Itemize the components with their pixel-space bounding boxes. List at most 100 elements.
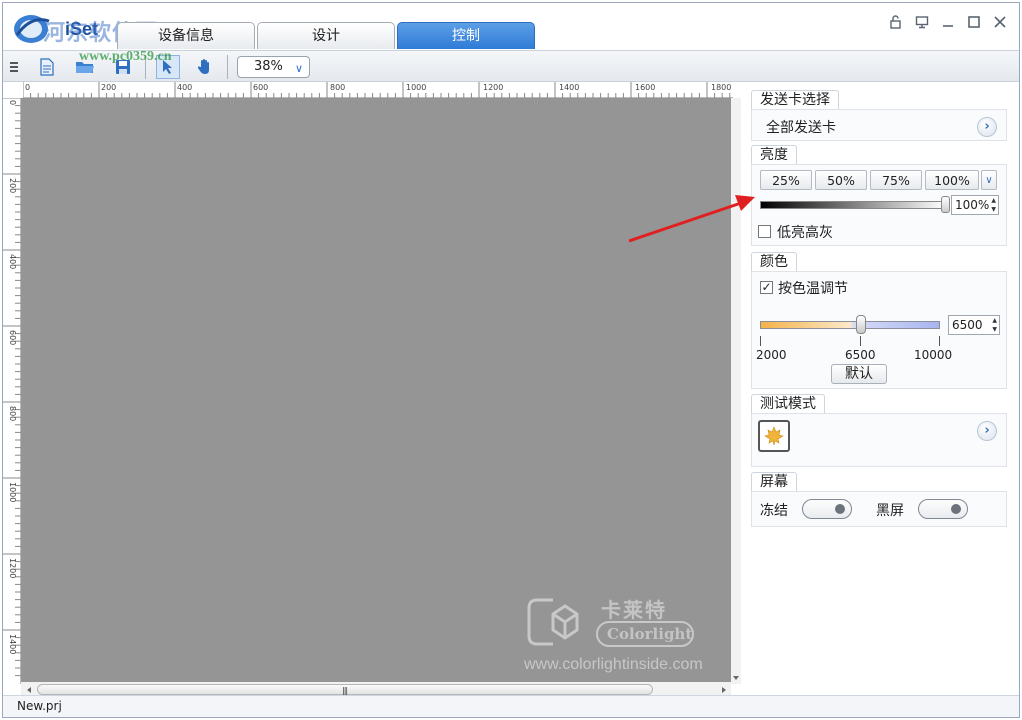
- sending-card-expand-button[interactable]: ›: [977, 117, 997, 137]
- tab-design[interactable]: 设计: [257, 22, 395, 49]
- tick-mark: [939, 336, 940, 346]
- color-temp-slider-handle[interactable]: [856, 315, 867, 334]
- logo-chinese: 卡莱特: [601, 598, 667, 622]
- chevron-down-icon: ∨: [294, 62, 303, 75]
- brightness-50-button[interactable]: 50%: [815, 170, 867, 190]
- main-tabs: 设备信息 设计 控制: [117, 22, 535, 49]
- tab-control[interactable]: 控制: [397, 22, 535, 49]
- ruler-label: 1200: [483, 83, 504, 92]
- test-mode-expand-button[interactable]: ›: [977, 421, 997, 441]
- new-file-icon[interactable]: [37, 57, 57, 77]
- ruler-label: 400: [8, 254, 17, 270]
- horizontal-ruler: 0 200 400 600 800 1000 1200 1400 1600 18…: [23, 82, 733, 98]
- ruler-label: 1000: [8, 482, 17, 503]
- scroll-down-icon: [733, 676, 739, 680]
- maple-leaf-icon: [764, 426, 784, 446]
- colorlight-url: www.colorlightinside.com: [524, 656, 703, 673]
- menu-icon[interactable]: [7, 57, 21, 77]
- lock-icon[interactable]: [887, 13, 905, 31]
- brightness-slider-handle[interactable]: [941, 196, 950, 213]
- color-temp-slider-track[interactable]: [760, 321, 940, 329]
- color-group: ✓ 按色温调节 6500 ▲ ▼ 2000 6500 10000 默认: [751, 271, 1007, 389]
- ruler-label: 1800: [711, 83, 732, 92]
- brightness-presets: 25% 50% 75% 100% ∨: [760, 170, 1000, 190]
- brightness-group: 25% 50% 75% 100% ∨ 100% ▲ ▼ 低亮高灰: [751, 164, 1007, 246]
- ruler-label: 400: [177, 83, 193, 92]
- logo-english: Colorlight: [607, 625, 693, 643]
- black-screen-label: 黑屏: [876, 503, 904, 519]
- window-controls: [887, 13, 1009, 31]
- vertical-scrollbar[interactable]: [731, 98, 741, 684]
- brightness-75-button[interactable]: 75%: [870, 170, 922, 190]
- toggle-knob: [835, 504, 845, 514]
- zoom-select[interactable]: 38% ∨: [237, 56, 310, 78]
- color-temp-value: 6500: [952, 318, 983, 332]
- hand-pan-icon[interactable]: [195, 57, 215, 77]
- minimize-icon[interactable]: [939, 13, 957, 31]
- color-title: 颜色: [751, 252, 797, 272]
- tab-device-info[interactable]: 设备信息: [117, 22, 255, 49]
- zoom-value: 38%: [254, 59, 283, 74]
- brightness-25-button[interactable]: 25%: [760, 170, 812, 190]
- freeze-label: 冻结: [760, 503, 788, 519]
- horizontal-ruler-ticks: [23, 82, 731, 98]
- color-temp-checkbox[interactable]: ✓: [760, 281, 773, 294]
- tick-mark: [860, 336, 861, 346]
- low-bright-label: 低亮高灰: [777, 225, 833, 241]
- brightness-title: 亮度: [751, 145, 797, 165]
- spinner-arrows-icon[interactable]: ▲ ▼: [992, 316, 997, 334]
- brightness-slider-track[interactable]: [760, 201, 946, 209]
- ruler-label: 1600: [635, 83, 656, 92]
- color-temp-label: 按色温调节: [778, 281, 848, 297]
- control-panel: 发送卡选择 全部发送卡 › 亮度 25% 50% 75% 100% ∨ 100%…: [743, 82, 1019, 694]
- annotation-arrow-icon: [628, 195, 755, 243]
- color-default-button[interactable]: 默认: [831, 364, 887, 384]
- test-pattern-button[interactable]: [758, 420, 790, 452]
- brightness-100-button[interactable]: 100%: [925, 170, 979, 190]
- ruler-label: 1400: [559, 83, 580, 92]
- canvas-area: 0 200 400 600 800 1000 1200 1400 1600 18…: [3, 82, 741, 698]
- ruler-label: 200: [101, 83, 117, 92]
- sending-card-group: 全部发送卡 ›: [751, 109, 1007, 141]
- tick-label-mid: 6500: [845, 348, 876, 362]
- watermark-url: www.pc0359.cn: [79, 49, 172, 64]
- ruler-label: 0: [8, 100, 17, 106]
- close-icon[interactable]: [991, 13, 1009, 31]
- ruler-label: 800: [330, 83, 346, 92]
- brightness-value-input[interactable]: 100% ▲ ▼: [951, 195, 999, 215]
- horizontal-scroll-thumb[interactable]: |||: [37, 684, 653, 695]
- spinner-arrows-icon[interactable]: ▲ ▼: [991, 196, 996, 214]
- ruler-label: 800: [8, 406, 17, 422]
- status-file-name: New.prj: [17, 699, 62, 713]
- ruler-label: 600: [253, 83, 269, 92]
- screen-title: 屏幕: [751, 472, 797, 492]
- sending-card-value[interactable]: 全部发送卡: [766, 117, 836, 137]
- ruler-label: 0: [25, 83, 31, 92]
- black-screen-toggle[interactable]: [918, 499, 968, 519]
- screen-group: 冻结 黑屏: [751, 491, 1007, 527]
- ruler-label: 200: [8, 178, 17, 194]
- sending-card-title: 发送卡选择: [751, 90, 839, 110]
- title-bar: iSet 河东软件园 设备信息 设计 控制: [3, 3, 1019, 50]
- tick-mark: [760, 336, 761, 346]
- monitor-icon[interactable]: [913, 13, 931, 31]
- freeze-toggle[interactable]: [802, 499, 852, 519]
- grip-icon: |||: [342, 686, 348, 695]
- status-bar: New.prj: [3, 695, 1019, 717]
- ruler-label: 1400: [8, 634, 17, 655]
- test-mode-title: 测试模式: [751, 394, 825, 414]
- tick-label-min: 2000: [756, 348, 787, 362]
- tick-label-max: 10000: [914, 348, 953, 362]
- color-temp-value-input[interactable]: 6500 ▲ ▼: [948, 315, 1000, 335]
- app-window: iSet 河东软件园 设备信息 设计 控制 38% ∨ www.pc0359.c…: [2, 2, 1020, 718]
- brightness-dropdown-chevron-icon[interactable]: ∨: [981, 170, 997, 190]
- test-mode-group: ›: [751, 413, 1007, 467]
- ruler-label: 1200: [8, 558, 17, 579]
- toggle-knob: [951, 504, 961, 514]
- brightness-value: 100%: [955, 198, 990, 212]
- ruler-label: 1000: [406, 83, 427, 92]
- ruler-label: 600: [8, 330, 17, 346]
- vertical-ruler: 0 200 400 600 800 1000 1200 1400: [3, 98, 21, 684]
- toolbar-separator: [227, 55, 228, 79]
- maximize-icon[interactable]: [965, 13, 983, 31]
